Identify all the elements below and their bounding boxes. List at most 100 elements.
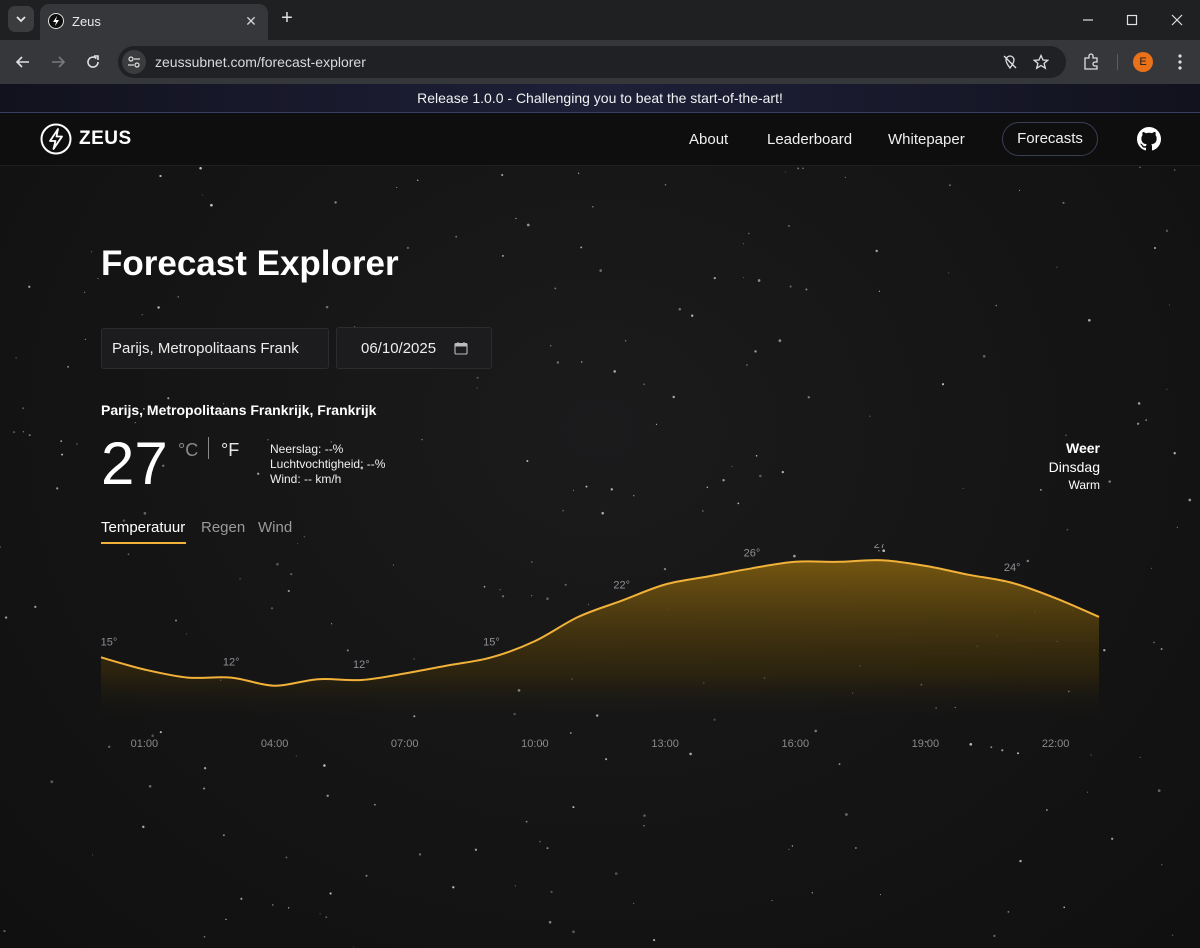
star	[143, 512, 147, 515]
star	[3, 930, 6, 933]
date-value: 06/10/2025	[361, 340, 437, 357]
star	[1161, 863, 1163, 866]
url-text[interactable]: zeussubnet.com/forecast-explorer	[155, 54, 366, 70]
temperature-point[interactable]	[966, 572, 972, 578]
github-icon[interactable]	[1137, 127, 1161, 151]
star	[501, 173, 504, 177]
temperature-point[interactable]	[836, 559, 842, 565]
star	[452, 886, 455, 889]
site-navbar: ZEUS About Leaderboard Whitepaper Foreca…	[0, 113, 1200, 166]
forward-arrow-icon[interactable]	[46, 50, 70, 74]
temperature-point[interactable]	[272, 683, 278, 689]
star	[167, 397, 170, 400]
star	[61, 453, 64, 456]
star	[240, 897, 243, 900]
browser-tab[interactable]: Zeus ✕	[40, 4, 268, 40]
x-tick-label: 07:00	[391, 738, 419, 750]
tab-regen[interactable]: Regen	[201, 519, 245, 536]
star	[1165, 229, 1169, 233]
more-menu-icon[interactable]	[1168, 50, 1192, 74]
reload-icon[interactable]	[81, 50, 105, 74]
star	[771, 899, 773, 901]
nav-link-forecasts[interactable]: Forecasts	[1002, 122, 1098, 156]
star	[352, 946, 354, 948]
star	[199, 167, 202, 170]
star	[601, 511, 604, 515]
date-input[interactable]: 06/10/2025	[336, 327, 492, 369]
temperature-point[interactable]	[575, 614, 581, 620]
temperature-point[interactable]	[98, 654, 104, 660]
temperature-point[interactable]	[879, 557, 885, 563]
star	[1174, 169, 1176, 171]
unit-celsius-toggle[interactable]: °C	[178, 440, 198, 461]
star	[1111, 837, 1114, 840]
star	[225, 918, 227, 921]
temperature-point[interactable]	[1096, 614, 1102, 620]
tab-wind[interactable]: Wind	[258, 519, 292, 536]
close-window-icon[interactable]	[1165, 8, 1189, 32]
temperature-point[interactable]	[445, 662, 451, 668]
lightning-bolt-icon	[40, 123, 72, 155]
star	[203, 787, 206, 790]
temperature-point[interactable]	[619, 598, 625, 604]
temperature-point[interactable]	[185, 675, 191, 681]
temperature-point[interactable]	[792, 559, 798, 565]
temperature-point[interactable]	[532, 638, 538, 644]
star	[546, 847, 549, 850]
star	[0, 546, 2, 548]
location-input[interactable]: Parijs, Metropolitaans Frank	[101, 328, 329, 369]
site-settings-icon[interactable]	[122, 50, 146, 74]
star	[550, 345, 552, 347]
maximize-icon[interactable]	[1120, 8, 1144, 32]
star	[514, 885, 517, 887]
temperature-point[interactable]	[749, 565, 755, 571]
star	[1145, 419, 1148, 421]
minimize-icon[interactable]	[1076, 8, 1100, 32]
nav-link-leaderboard[interactable]: Leaderboard	[767, 131, 852, 148]
star	[838, 763, 841, 766]
star	[789, 285, 792, 288]
temperature-point[interactable]	[228, 675, 234, 681]
nav-link-whitepaper[interactable]: Whitepaper	[888, 131, 965, 148]
star	[1139, 756, 1141, 758]
unit-fahrenheit-toggle[interactable]: °F	[221, 440, 239, 461]
star	[962, 487, 964, 489]
current-temperature: 27	[101, 430, 168, 497]
temperature-point[interactable]	[489, 654, 495, 660]
zeus-logo[interactable]: ZEUS	[40, 123, 132, 155]
close-tab-icon[interactable]: ✕	[242, 12, 260, 30]
back-arrow-icon[interactable]	[11, 50, 35, 74]
star	[653, 939, 656, 942]
temperature-area	[101, 560, 1099, 722]
bookmark-star-icon[interactable]	[1031, 52, 1051, 72]
star	[319, 913, 321, 915]
calendar-icon[interactable]	[454, 341, 468, 355]
extensions-icon[interactable]	[1079, 50, 1103, 74]
temperature-point[interactable]	[922, 563, 928, 569]
temperature-point[interactable]	[315, 676, 321, 682]
temperature-point[interactable]	[402, 671, 408, 677]
star	[787, 224, 790, 227]
star	[580, 361, 583, 363]
star	[797, 167, 800, 170]
temperature-point[interactable]	[705, 573, 711, 579]
star	[325, 305, 329, 309]
star	[97, 277, 99, 280]
profile-avatar[interactable]: E	[1133, 52, 1153, 72]
star	[757, 279, 761, 282]
temperature-point[interactable]	[662, 581, 668, 587]
star	[526, 460, 529, 462]
new-tab-icon[interactable]: +	[276, 8, 298, 30]
temperature-point[interactable]	[1053, 595, 1059, 601]
tab-temperatuur[interactable]: Temperatuur	[101, 519, 185, 536]
address-bar[interactable]: zeussubnet.com/forecast-explorer	[118, 46, 1066, 78]
temperature-point[interactable]	[1009, 580, 1015, 586]
tab-search-button[interactable]	[8, 6, 34, 32]
temperature-point[interactable]	[141, 666, 147, 672]
star	[28, 434, 31, 437]
star	[421, 439, 423, 441]
location-blocked-icon[interactable]	[1000, 52, 1020, 72]
nav-link-about[interactable]: About	[689, 131, 728, 148]
temperature-point[interactable]	[358, 677, 364, 683]
star	[22, 431, 25, 433]
